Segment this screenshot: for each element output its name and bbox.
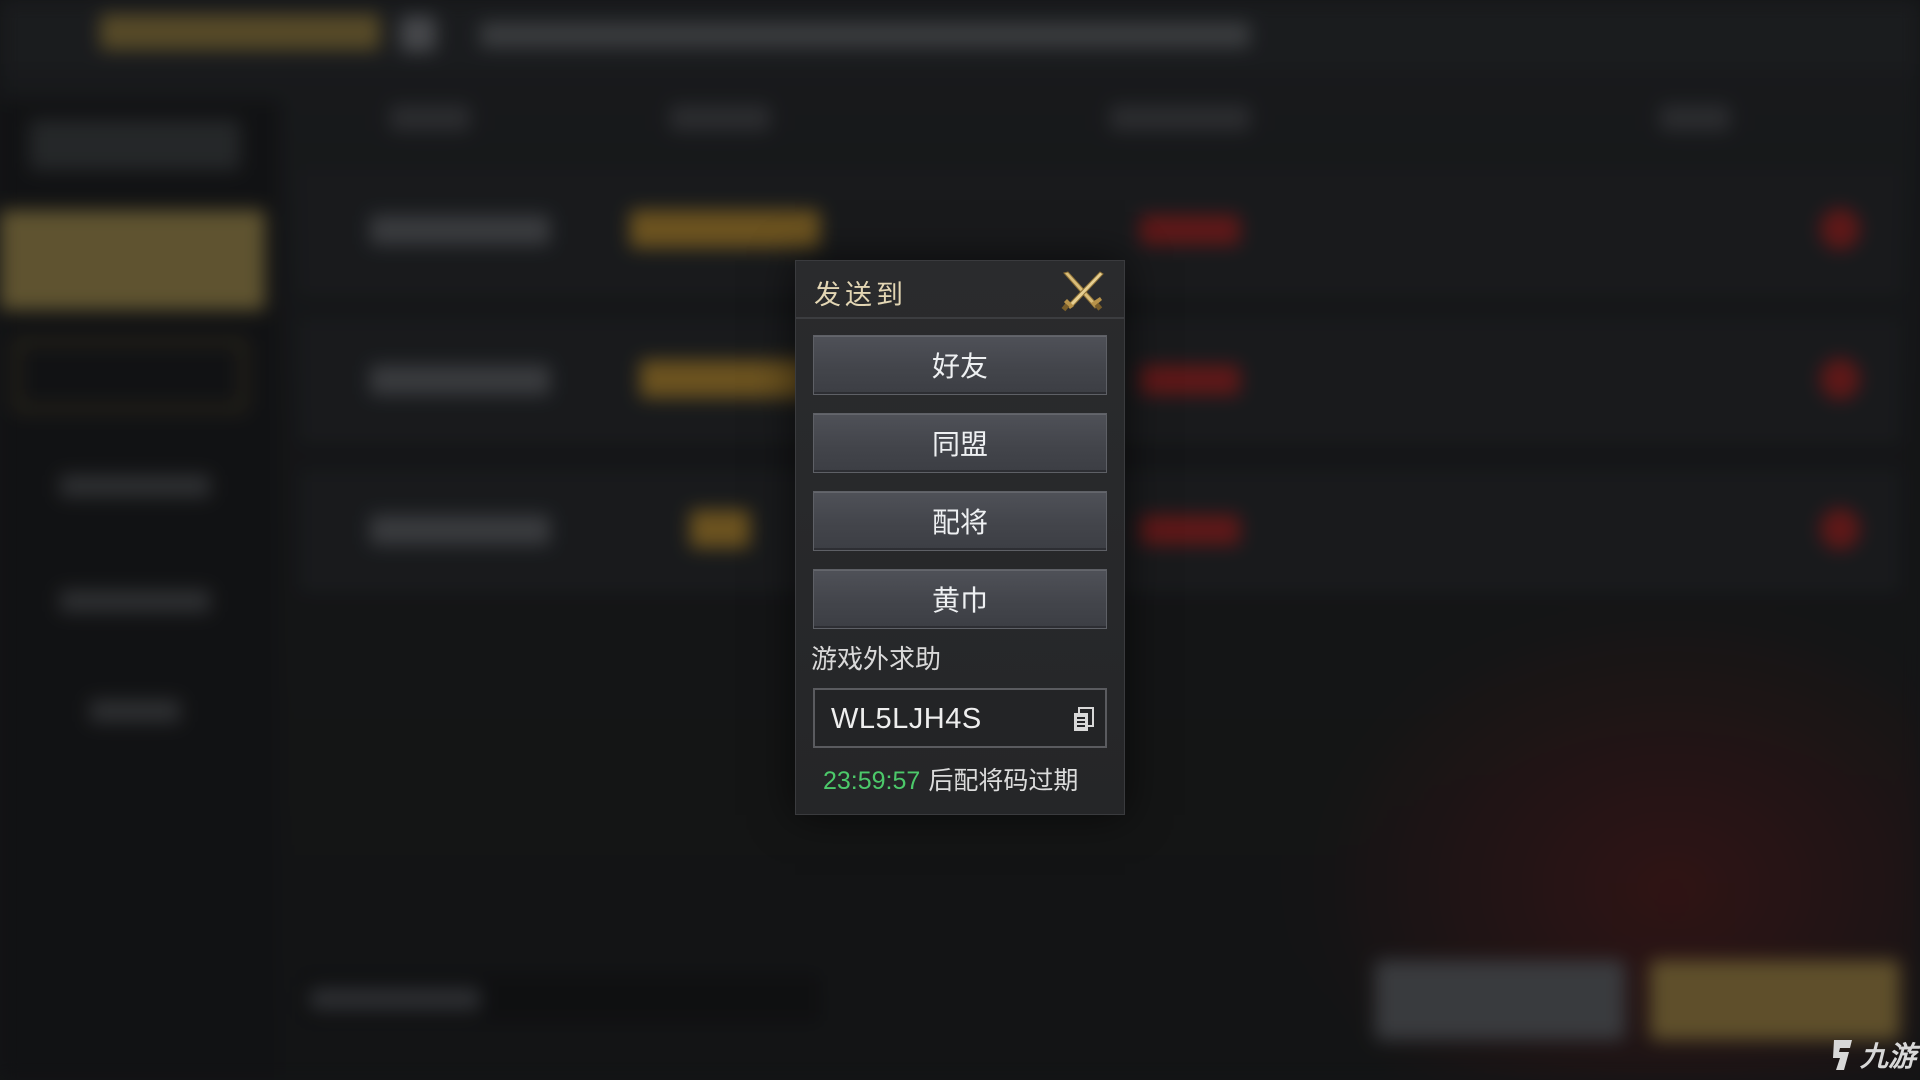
send-to-dialog: 发送到 好友 同盟 配将 黄巾 游戏外求助 WL5LJH4S 23:59:57 … bbox=[795, 260, 1125, 815]
crossed-swords-close-icon bbox=[1061, 271, 1104, 312]
copy-icon[interactable] bbox=[1073, 707, 1095, 733]
watermark: 九游 bbox=[1830, 1035, 1916, 1075]
game-screen: 发送到 好友 同盟 配将 黄巾 游戏外求助 WL5LJH4S 23:59:57 … bbox=[0, 0, 1920, 1080]
send-to-yellow-turban-button[interactable]: 黄巾 bbox=[813, 569, 1107, 629]
send-to-friend-button[interactable]: 好友 bbox=[813, 335, 1107, 395]
jiuyou-logo-icon bbox=[1833, 1040, 1852, 1070]
external-help-label: 游戏外求助 bbox=[811, 645, 942, 675]
dialog-header: 发送到 bbox=[796, 261, 1124, 319]
expiry-text: 后配将码过期 bbox=[928, 767, 1079, 795]
send-to-general-button[interactable]: 配将 bbox=[813, 491, 1107, 551]
dialog-title: 发送到 bbox=[814, 280, 907, 311]
code-expiry-line: 23:59:57 后配将码过期 bbox=[823, 761, 1078, 797]
watermark-text: 九游 bbox=[1860, 1040, 1917, 1073]
help-code-value: WL5LJH4S bbox=[831, 703, 982, 735]
expiry-countdown: 23:59:57 bbox=[823, 767, 921, 795]
send-to-alliance-button[interactable]: 同盟 bbox=[813, 413, 1107, 473]
close-button[interactable] bbox=[1058, 269, 1106, 313]
help-code-field[interactable]: WL5LJH4S bbox=[813, 688, 1107, 748]
